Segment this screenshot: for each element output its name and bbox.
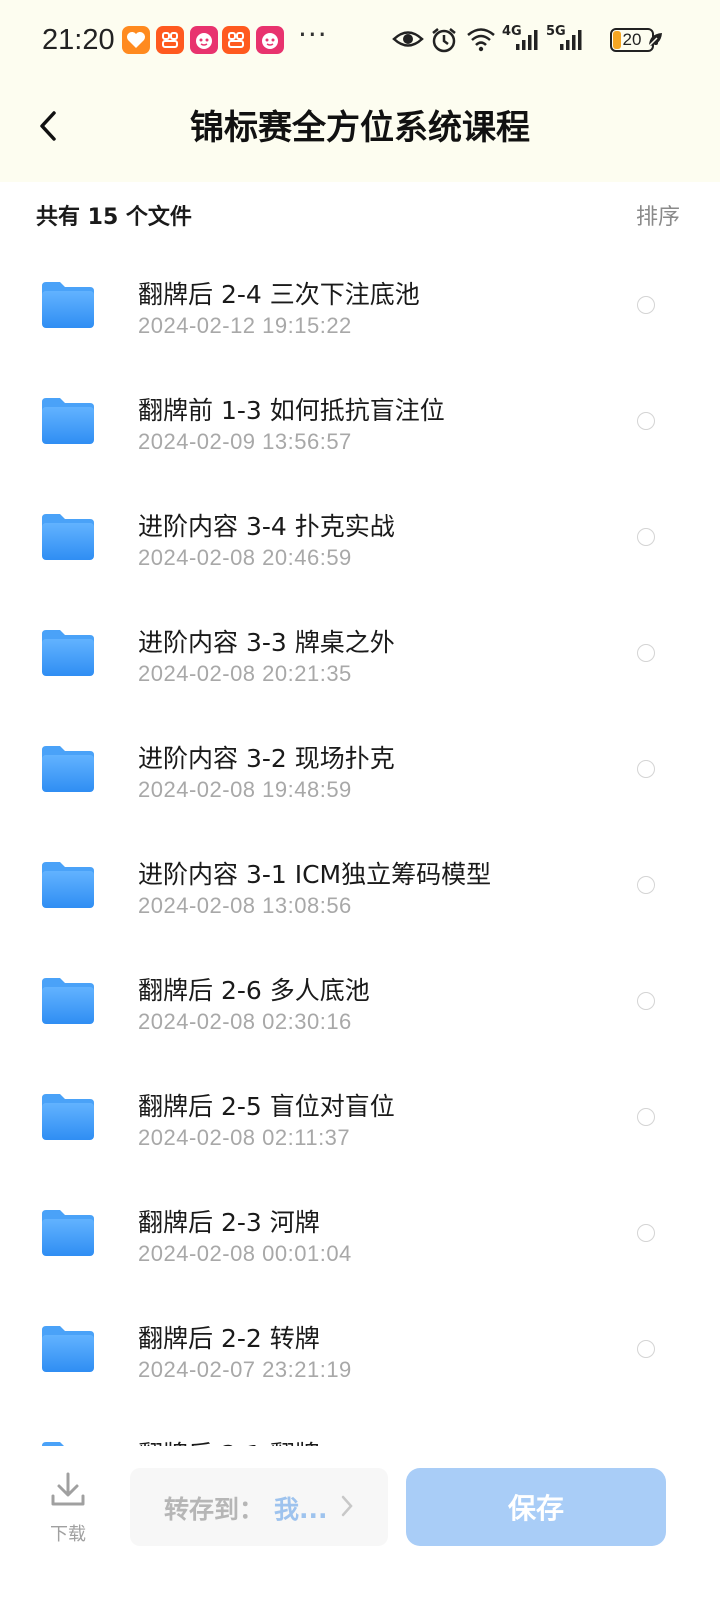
folder-icon bbox=[42, 978, 94, 1024]
leaf-icon bbox=[646, 30, 664, 54]
folder-icon bbox=[42, 630, 94, 676]
file-name: 翻牌后 2-6 多人底池 bbox=[138, 976, 370, 1005]
select-radio[interactable] bbox=[637, 412, 655, 430]
file-name: 进阶内容 3-1 ICM独立筹码模型 bbox=[138, 860, 492, 889]
file-name: 翻牌后 2-2 转牌 bbox=[138, 1324, 320, 1353]
list-item[interactable]: 翻牌后 2-4 三次下注底池 2024-02-12 19:15:22 bbox=[0, 246, 720, 362]
folder-icon bbox=[42, 1210, 94, 1256]
file-date: 2024-02-08 19:48:59 bbox=[138, 777, 352, 802]
file-count: 共有 15 个文件 bbox=[36, 205, 192, 230]
list-item[interactable]: 进阶内容 3-2 现场扑克 2024-02-08 19:48:59 bbox=[0, 710, 720, 826]
file-name: 翻牌后 2-4 三次下注底池 bbox=[138, 280, 420, 309]
file-date: 2024-02-08 20:46:59 bbox=[138, 545, 352, 570]
file-date: 2024-02-08 02:11:37 bbox=[138, 1125, 351, 1150]
wifi-icon bbox=[466, 26, 496, 57]
file-name: 翻牌后 2-5 盲位对盲位 bbox=[138, 1092, 395, 1121]
eye-icon bbox=[392, 28, 424, 55]
select-radio[interactable] bbox=[637, 296, 655, 314]
taobao-icon bbox=[122, 26, 150, 54]
file-date: 2024-02-08 20:21:35 bbox=[138, 661, 352, 686]
download-button[interactable]: 下载 bbox=[40, 1470, 96, 1546]
file-name: 进阶内容 3-3 牌桌之外 bbox=[138, 628, 395, 657]
chevron-right-icon bbox=[341, 1495, 353, 1517]
618-promo-icon bbox=[256, 26, 284, 54]
signal-5g-icon bbox=[558, 28, 584, 57]
sort-button[interactable]: 排序 bbox=[636, 199, 680, 231]
list-item[interactable]: 翻牌后 2-2 转牌 2024-02-07 23:21:19 bbox=[0, 1290, 720, 1406]
file-name: 翻牌后 2-1 翻牌 bbox=[138, 1435, 320, 1446]
file-date: 2024-02-07 23:21:19 bbox=[138, 1357, 352, 1382]
file-name: 翻牌后 2-3 河牌 bbox=[138, 1208, 320, 1237]
save-to-location-button[interactable]: 转存到： 我... bbox=[130, 1468, 388, 1546]
folder-icon bbox=[42, 282, 94, 328]
page-title: 锦标赛全方位系统课程 bbox=[190, 108, 530, 148]
select-radio[interactable] bbox=[637, 1108, 655, 1126]
list-item[interactable]: 进阶内容 3-1 ICM独立筹码模型 2024-02-08 13:08:56 bbox=[0, 826, 720, 942]
download-icon bbox=[51, 1472, 85, 1506]
folder-icon bbox=[42, 1094, 94, 1140]
select-radio[interactable] bbox=[637, 1340, 655, 1358]
file-date: 2024-02-08 13:08:56 bbox=[138, 893, 352, 918]
file-list: 翻牌后 2-4 三次下注底池 2024-02-12 19:15:22 翻牌前 1-3… bbox=[0, 246, 720, 1446]
select-radio[interactable] bbox=[637, 760, 655, 778]
folder-icon bbox=[42, 746, 94, 792]
list-item[interactable]: 翻牌后 2-6 多人底池 2024-02-08 02:30:16 bbox=[0, 942, 720, 1058]
save-button[interactable]: 保存 bbox=[406, 1468, 666, 1546]
file-name: 进阶内容 3-2 现场扑克 bbox=[138, 744, 395, 773]
file-name: 进阶内容 3-4 扑克实战 bbox=[138, 512, 395, 541]
file-date: 2024-02-12 19:15:22 bbox=[138, 313, 352, 338]
folder-icon bbox=[42, 862, 94, 908]
meituan-icon bbox=[222, 26, 250, 54]
list-item[interactable]: 翻牌后 2-3 河牌 2024-02-08 00:01:04 bbox=[0, 1174, 720, 1290]
folder-icon bbox=[42, 514, 94, 560]
folder-icon bbox=[42, 398, 94, 444]
file-name: 翻牌前 1-3 如何抵抗盲注位 bbox=[138, 396, 445, 425]
618-promo-icon bbox=[190, 26, 218, 54]
list-item[interactable]: 进阶内容 3-3 牌桌之外 2024-02-08 20:21:35 bbox=[0, 594, 720, 710]
file-date: 2024-02-08 00:01:04 bbox=[138, 1241, 352, 1266]
list-item[interactable]: 翻牌前 1-3 如何抵抗盲注位 2024-02-09 13:56:57 bbox=[0, 362, 720, 478]
file-date: 2024-02-09 13:56:57 bbox=[138, 429, 352, 454]
save-to-target: 我... bbox=[274, 1495, 328, 1524]
file-date: 2024-02-08 02:30:16 bbox=[138, 1009, 352, 1034]
signal-4g-icon bbox=[514, 28, 540, 57]
download-label: 下载 bbox=[50, 1524, 86, 1545]
folder-icon bbox=[42, 1326, 94, 1372]
select-radio[interactable] bbox=[637, 644, 655, 662]
bottom-action-bar: 下载 转存到： 我... 保存 bbox=[0, 1446, 720, 1610]
select-radio[interactable] bbox=[637, 1224, 655, 1242]
list-item[interactable]: 翻牌后 2-1 翻牌 bbox=[0, 1406, 720, 1446]
alarm-icon bbox=[430, 26, 458, 59]
list-item[interactable]: 进阶内容 3-4 扑克实战 2024-02-08 20:46:59 bbox=[0, 478, 720, 594]
select-radio[interactable] bbox=[637, 528, 655, 546]
select-radio[interactable] bbox=[637, 992, 655, 1010]
status-bar: 21:20 ··· 4G 5G 20 bbox=[0, 14, 720, 70]
list-item[interactable]: 翻牌后 2-5 盲位对盲位 2024-02-08 02:11:37 bbox=[0, 1058, 720, 1174]
save-to-label: 转存到： bbox=[164, 1495, 265, 1524]
status-time: 21:20 bbox=[42, 24, 115, 56]
select-radio[interactable] bbox=[637, 876, 655, 894]
more-notifications-icon: ··· bbox=[298, 18, 328, 51]
meituan-icon bbox=[156, 26, 184, 54]
